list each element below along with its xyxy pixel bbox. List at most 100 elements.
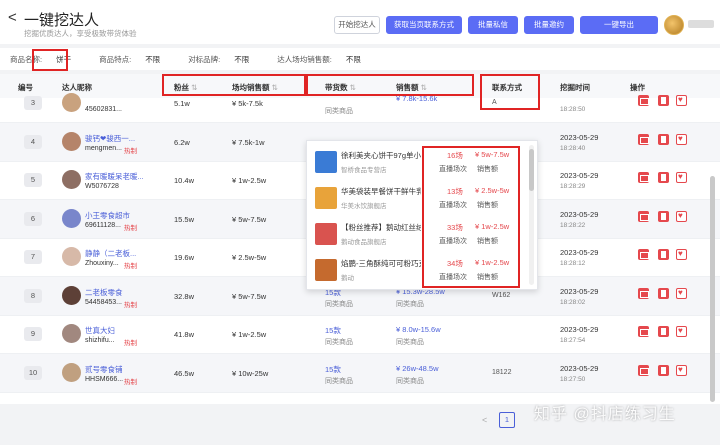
favorite-icon[interactable]	[676, 364, 687, 376]
goods-subtext: 同类商品	[325, 108, 353, 115]
message-icon[interactable]	[638, 133, 649, 145]
bulk-invite-button[interactable]: 批量邀约	[524, 16, 574, 34]
talent-id: 69611128...	[85, 221, 121, 229]
talent-avatar[interactable]	[62, 93, 81, 112]
talent-name[interactable]: 贰号零食铺	[85, 364, 143, 375]
row-number: 7	[24, 250, 42, 264]
product-popup: 徐利美夹心饼干97g单小盒巧... 智桥食品专营店 16场 ¥ 5w-7.5w 直播场次…	[306, 140, 538, 290]
bulk-message-button[interactable]: 批量私信	[468, 16, 518, 34]
talent-name[interactable]: 静静（二老板...	[85, 248, 143, 259]
invite-icon[interactable]	[658, 210, 669, 222]
talent-name[interactable]: 骏钙❤骏西一...	[85, 133, 143, 144]
table-row[interactable]: 10 贰号零食铺 HHSM666... 热制 46.5w ¥ 10w-25w 15款 同类商品…	[0, 353, 720, 393]
popup-product-item[interactable]: 华美袋装早餐饼干鲜牛乳味黑... 华美水饮旗舰店 13场 ¥ 2.5w-5w 直播场次 销…	[307, 181, 537, 219]
goods-count[interactable]: 15款	[325, 364, 341, 375]
table-row[interactable]: 9 世真大妇 shizhifu... 热制 41.8w ¥ 1w-2.5w 15款 同类商品 ¥…	[0, 315, 720, 354]
goods-subtext: 同类商品	[325, 339, 353, 346]
fans-count: 15.5w	[174, 214, 195, 224]
sales-range: ¥ 1w-2.5w	[475, 258, 510, 267]
favorite-icon[interactable]	[676, 95, 687, 106]
popup-product-item[interactable]: 【粉丝推荐】鹅动红丝绒牛奶... 鹅动食品旗舰店 33场 ¥ 1w-2.5w 直播场次 销…	[307, 217, 537, 255]
talent-avatar[interactable]	[62, 247, 81, 266]
talent-avatar[interactable]	[62, 362, 81, 382]
product-title[interactable]: 徐利美夹心饼干97g单小盒巧...	[341, 150, 421, 161]
talent-avatar[interactable]	[62, 131, 81, 151]
avg-sales: ¥ 2.5w-5w	[232, 253, 267, 262]
talent-avatar[interactable]	[62, 170, 81, 189]
favorite-icon[interactable]	[676, 210, 687, 222]
talent-tag: 热制	[124, 301, 137, 309]
talent-name[interactable]: 家有暖暖呆老暖...	[85, 171, 143, 182]
product-thumbnail[interactable]	[315, 187, 337, 209]
avg-sales: ¥ 1w-2.5w	[232, 330, 267, 339]
talent-avatar[interactable]	[62, 208, 81, 228]
invite-icon[interactable]	[658, 249, 669, 260]
product-title[interactable]: 焰鹏-三角酥纯可可粉巧克力味...	[341, 258, 421, 269]
contact-info[interactable]: W162	[492, 292, 510, 299]
goods-count[interactable]: 15款	[325, 325, 341, 336]
message-icon[interactable]	[638, 210, 649, 222]
invite-icon[interactable]	[658, 95, 669, 106]
table-row[interactable]: 3 45602831... 5.1w ¥ 5k-7.5k 同类商品 ¥ 7.8k-15.6…	[0, 84, 720, 123]
talent-tag: 热制	[124, 147, 137, 155]
product-thumbnail[interactable]	[315, 259, 337, 281]
prev-page-icon[interactable]: <	[482, 415, 487, 425]
mining-date: 2023-05-29	[560, 209, 599, 219]
invite-icon[interactable]	[658, 364, 669, 376]
invite-icon[interactable]	[658, 326, 669, 337]
favorite-icon[interactable]	[676, 326, 687, 337]
gmv-value: ¥ 7.8k-15.6k	[396, 94, 438, 103]
row-number: 10	[24, 365, 42, 380]
favorite-icon[interactable]	[676, 249, 687, 260]
fans-count: 41.8w	[174, 330, 195, 339]
back-arrow-icon[interactable]: <	[8, 9, 17, 26]
message-icon[interactable]	[638, 326, 649, 337]
fans-count: 46.5w	[174, 368, 195, 378]
message-icon[interactable]	[638, 249, 649, 260]
talent-name[interactable]: 二老板零食	[85, 287, 143, 298]
talent-tag: 热制	[124, 224, 137, 232]
product-thumbnail[interactable]	[315, 151, 337, 173]
fans-count: 19.6w	[174, 253, 195, 262]
invite-icon[interactable]	[658, 133, 669, 145]
page-1-button[interactable]: 1	[499, 412, 515, 428]
popup-product-item[interactable]: 焰鹏-三角酥纯可可粉巧克力味... 鹅动 34场 ¥ 1w-2.5w 直播场次 销售额	[307, 253, 537, 289]
talent-name[interactable]: 小王零食超市	[85, 210, 143, 221]
mining-date: 2023-05-29	[560, 325, 599, 334]
contact-info[interactable]: 18122	[492, 369, 511, 376]
talent-avatar[interactable]	[62, 285, 81, 305]
avg-sales: ¥ 10w-25w	[232, 368, 269, 378]
export-button[interactable]: 一键导出	[580, 16, 658, 34]
invite-icon[interactable]	[658, 287, 669, 299]
invite-icon[interactable]	[658, 172, 669, 183]
talent-avatar[interactable]	[62, 324, 81, 343]
talent-name[interactable]: 世真大妇	[85, 325, 143, 336]
product-shop: 华美水饮旗舰店	[341, 203, 387, 210]
talent-tag: 热制	[124, 263, 137, 270]
mining-time: 18:28:29	[560, 183, 586, 190]
contact-info[interactable]: A	[492, 99, 497, 106]
message-icon[interactable]	[638, 172, 649, 183]
get-contacts-button[interactable]: 获取当页联系方式	[386, 16, 462, 34]
avg-sales: ¥ 5w-7.5w	[232, 214, 267, 224]
user-avatar[interactable]	[664, 15, 684, 35]
page-subtitle: 挖掘优质达人，享受极致带货体验	[24, 29, 137, 38]
avg-sales: ¥ 7.5k-1w	[232, 137, 265, 147]
talent-tag: 热制	[124, 378, 137, 386]
table-scrollbar[interactable]	[710, 176, 715, 402]
product-title[interactable]: 华美袋装早餐饼干鲜牛乳味黑...	[341, 186, 421, 197]
start-mining-button[interactable]: 开始挖达人	[334, 16, 380, 34]
message-icon[interactable]	[638, 364, 649, 376]
talent-id: shizhifu...	[85, 337, 115, 344]
product-thumbnail[interactable]	[315, 223, 337, 245]
product-title[interactable]: 【粉丝推荐】鹅动红丝绒牛奶...	[341, 222, 421, 233]
favorite-icon[interactable]	[676, 172, 687, 183]
row-number: 8	[24, 288, 42, 303]
message-icon[interactable]	[638, 287, 649, 299]
favorite-icon[interactable]	[676, 133, 687, 145]
favorite-icon[interactable]	[676, 287, 687, 299]
popup-product-item[interactable]: 徐利美夹心饼干97g单小盒巧... 智桥食品专营店 16场 ¥ 5w-7.5w 直播场次…	[307, 145, 537, 183]
message-icon[interactable]	[638, 95, 649, 106]
sales-label: 销售额	[477, 202, 498, 209]
user-name-blurred[interactable]	[688, 20, 714, 28]
